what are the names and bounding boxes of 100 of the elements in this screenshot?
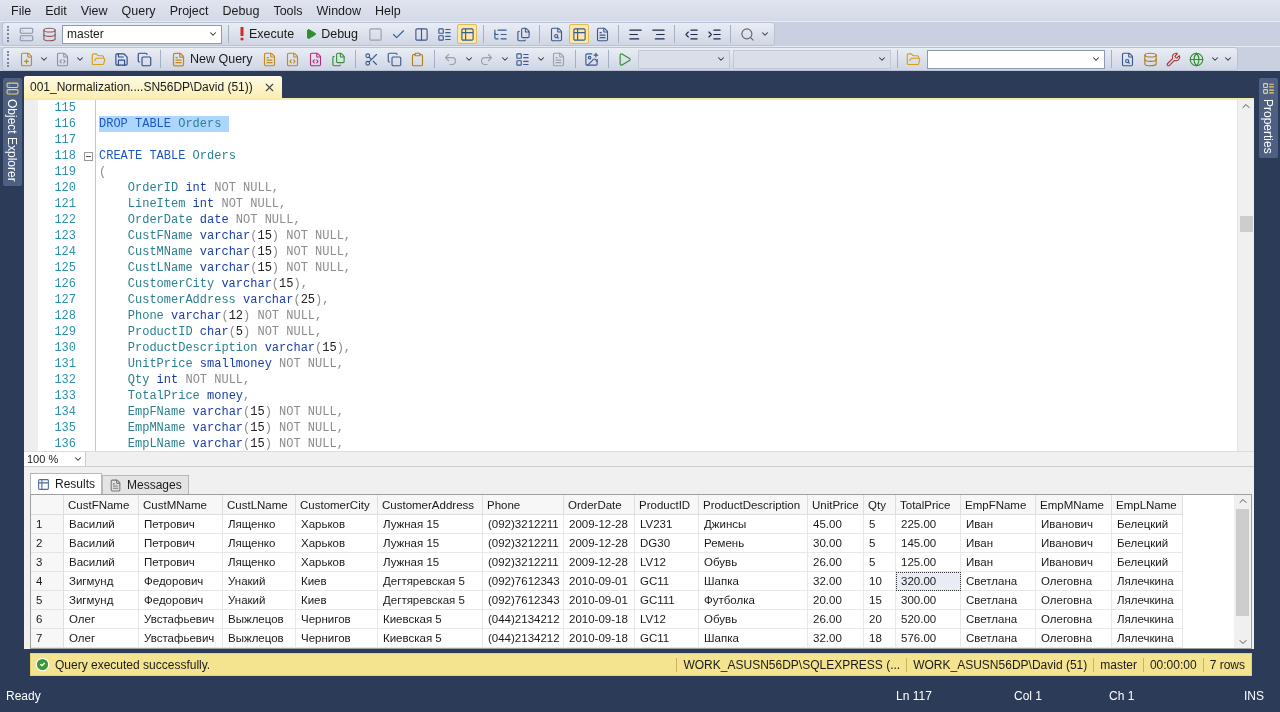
row-number[interactable]: 7 xyxy=(31,629,64,649)
column-header[interactable]: EmpLName xyxy=(1112,495,1183,516)
column-header[interactable]: CustomerAddress xyxy=(378,495,483,516)
table-cell[interactable]: Дегтяревская 5 xyxy=(378,591,483,611)
copy-icon[interactable] xyxy=(387,51,403,67)
table-cell[interactable]: Унакий xyxy=(223,591,296,611)
table-cell[interactable]: Киев xyxy=(296,572,378,592)
table-cell[interactable]: Лужная 15 xyxy=(378,553,483,573)
table-cell[interactable]: 2009-12-28 xyxy=(564,534,635,554)
table-cell[interactable]: Иванович xyxy=(1036,515,1112,535)
table-cell[interactable]: 5 xyxy=(864,534,896,554)
table-cell[interactable]: 26.00 xyxy=(808,610,864,630)
table-cell[interactable]: Обувь xyxy=(699,610,808,630)
results-file-icon[interactable] xyxy=(594,26,610,42)
caret-icon[interactable] xyxy=(1222,54,1233,64)
row-number[interactable]: 4 xyxy=(31,572,64,592)
table-cell[interactable]: 18 xyxy=(864,629,896,649)
caret-icon[interactable] xyxy=(760,29,770,39)
table-cell[interactable]: (092)3212211 xyxy=(483,515,564,535)
table-cell[interactable]: Киевская 5 xyxy=(378,629,483,649)
table-cell[interactable]: 520.00 xyxy=(896,610,961,630)
zoom-dropdown[interactable]: 100 % xyxy=(24,452,86,467)
database-dropdown[interactable]: master xyxy=(62,24,222,44)
debug-button[interactable]: Debug xyxy=(301,24,362,44)
table-cell[interactable]: Олеговна xyxy=(1036,572,1112,592)
paste-icon[interactable] xyxy=(410,51,426,67)
caret-icon[interactable] xyxy=(39,54,49,64)
properties-tab[interactable]: Properties xyxy=(1258,78,1278,158)
caret-icon[interactable] xyxy=(1209,54,1220,64)
document-tab[interactable]: 001_Normalization....SN56DP\David (51)) xyxy=(24,76,282,98)
table-cell[interactable]: (092)7612343 xyxy=(483,572,564,592)
column-header[interactable]: ProductID xyxy=(635,495,699,516)
table-cell[interactable]: Светлана xyxy=(961,591,1036,611)
table-cell[interactable]: Лялечкина xyxy=(1112,610,1183,630)
table-cell[interactable]: Зигмунд xyxy=(64,572,139,592)
cut-icon[interactable] xyxy=(364,51,380,67)
menu-item[interactable]: Tools xyxy=(266,3,310,18)
column-header[interactable]: TotalPrice xyxy=(896,495,961,516)
table-cell[interactable]: Дегтяревская 5 xyxy=(378,572,483,592)
table-cell[interactable]: (092)7612343 xyxy=(483,591,564,611)
menu-item[interactable]: Project xyxy=(162,3,216,18)
table-cell[interactable]: Зигмунд xyxy=(64,591,139,611)
column-header[interactable]: CustLName xyxy=(223,495,296,516)
row-number[interactable]: 3 xyxy=(31,553,64,573)
table-cell[interactable]: 2010-09-01 xyxy=(564,572,635,592)
grid-icon[interactable] xyxy=(459,26,475,42)
row-number[interactable]: 1 xyxy=(31,515,64,535)
table-cell[interactable]: 32.00 xyxy=(808,629,864,649)
table-cell[interactable]: Выжлецов xyxy=(223,629,296,649)
scroll-thumb[interactable] xyxy=(1239,216,1253,232)
table-cell[interactable]: 5 xyxy=(864,553,896,573)
menu-item[interactable]: Help xyxy=(368,3,408,18)
indent-icon[interactable] xyxy=(706,26,722,42)
table-cell[interactable]: Олег xyxy=(64,610,139,630)
table-cell[interactable]: Федорович xyxy=(139,591,223,611)
table-cell[interactable]: LV231 xyxy=(635,515,699,535)
table-cell[interactable]: Увстафьевич xyxy=(139,629,223,649)
row-number[interactable]: 5 xyxy=(31,591,64,611)
table-cell[interactable]: Василий xyxy=(64,534,139,554)
table-cell[interactable]: 2009-12-28 xyxy=(564,553,635,573)
table-cell[interactable]: Джинсы xyxy=(699,515,808,535)
column-header[interactable]: UnitPrice xyxy=(808,495,864,516)
table-cell[interactable]: Харьков xyxy=(296,534,378,554)
table-cell[interactable]: Белецкий xyxy=(1112,515,1183,535)
table-cell[interactable]: Выжлецов xyxy=(223,610,296,630)
caret-icon[interactable] xyxy=(715,54,726,64)
column-header[interactable]: Phone xyxy=(483,495,564,516)
table-cell[interactable]: 145.00 xyxy=(896,534,961,554)
results-grid-icon[interactable] xyxy=(571,26,587,42)
table-cell[interactable]: Лужная 15 xyxy=(378,534,483,554)
menu-item[interactable]: Query xyxy=(114,3,163,18)
column-header[interactable]: EmpMName xyxy=(1036,495,1112,516)
database-icon[interactable] xyxy=(41,26,57,42)
caret-icon[interactable] xyxy=(876,54,887,64)
save-icon[interactable] xyxy=(113,51,129,67)
table-cell[interactable]: Иван xyxy=(961,553,1036,573)
table-cell[interactable]: 225.00 xyxy=(896,515,961,535)
table-cell[interactable]: Петрович xyxy=(139,553,223,573)
table-cell[interactable]: LV12 xyxy=(635,610,699,630)
table-cell[interactable]: (092)3212211 xyxy=(483,553,564,573)
table-cell[interactable]: Светлана xyxy=(961,572,1036,592)
table-cell[interactable]: Лященко xyxy=(223,515,296,535)
table-cell[interactable]: 320.00 xyxy=(896,572,961,592)
row-number[interactable]: 2 xyxy=(31,534,64,554)
table-cell[interactable]: Иванович xyxy=(1036,553,1112,573)
caret-icon[interactable] xyxy=(463,54,474,64)
table-cell[interactable]: Петрович xyxy=(139,534,223,554)
table-cell[interactable]: Федорович xyxy=(139,572,223,592)
table-cell[interactable]: Лужная 15 xyxy=(378,515,483,535)
table-cell[interactable]: 20.00 xyxy=(808,591,864,611)
table-cell[interactable]: Харьков xyxy=(296,515,378,535)
outdent-icon[interactable] xyxy=(683,26,699,42)
table-cell[interactable]: GC11 xyxy=(635,572,699,592)
table-cell[interactable]: Киев xyxy=(296,591,378,611)
column-header[interactable]: ProductDescription xyxy=(699,495,808,516)
table-cell[interactable]: 2010-09-01 xyxy=(564,591,635,611)
table-cell[interactable]: (092)3212211 xyxy=(483,534,564,554)
table-cell[interactable]: 45.00 xyxy=(808,515,864,535)
column-header[interactable]: CustomerCity xyxy=(296,495,378,516)
table-cell[interactable]: Лялечкина xyxy=(1112,572,1183,592)
